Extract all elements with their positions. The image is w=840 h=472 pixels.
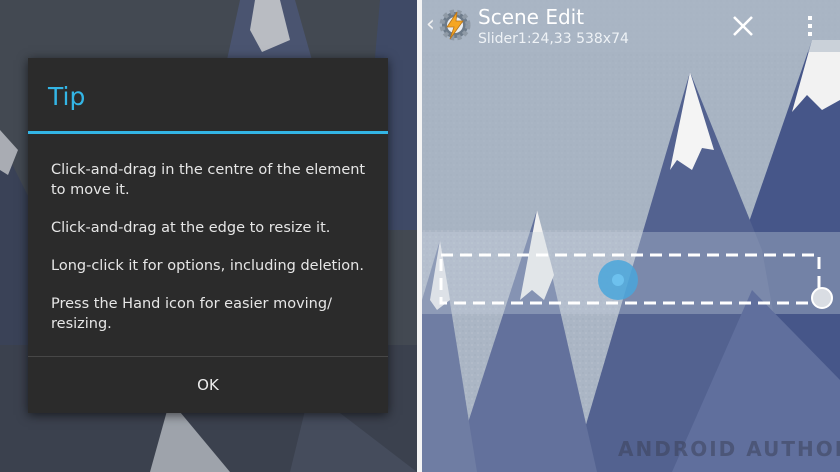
dialog-title-divider [28, 131, 388, 134]
left-screen: Tip Click-and-drag in the centre of the … [0, 0, 417, 472]
watermark: ANDROID AUTHORITY [618, 437, 840, 461]
close-icon[interactable] [727, 10, 759, 42]
up-caret-icon[interactable]: ‹ [426, 12, 435, 37]
dialog-title: Tip [48, 82, 86, 111]
scene-edit-title: Scene Edit [478, 5, 585, 29]
resize-handle [811, 287, 833, 309]
overflow-menu-icon[interactable] [800, 10, 820, 42]
dialog-message: Click-and-drag in the centre of the elem… [51, 160, 371, 352]
tasker-gear-lightning-icon[interactable] [438, 8, 472, 42]
tip-dialog: Tip Click-and-drag in the centre of the … [28, 58, 388, 413]
right-screen: ‹ Scene Edit Slider1:24,33 538x74 ANDROI… [422, 0, 840, 472]
element-info-subtitle: Slider1:24,33 538x74 [478, 31, 629, 47]
tip-line-hand: Press the Hand icon for easier moving/ r… [51, 296, 332, 332]
slider-element[interactable] [422, 0, 840, 472]
ok-button[interactable]: OK [28, 357, 388, 413]
tip-line-move: Click-and-drag in the centre of the elem… [51, 162, 366, 198]
tip-line-options: Long-click it for options, including del… [51, 258, 364, 274]
tip-line-resize: Click-and-drag at the edge to resize it. [51, 220, 331, 236]
action-bar: ‹ Scene Edit Slider1:24,33 538x74 [422, 0, 840, 52]
